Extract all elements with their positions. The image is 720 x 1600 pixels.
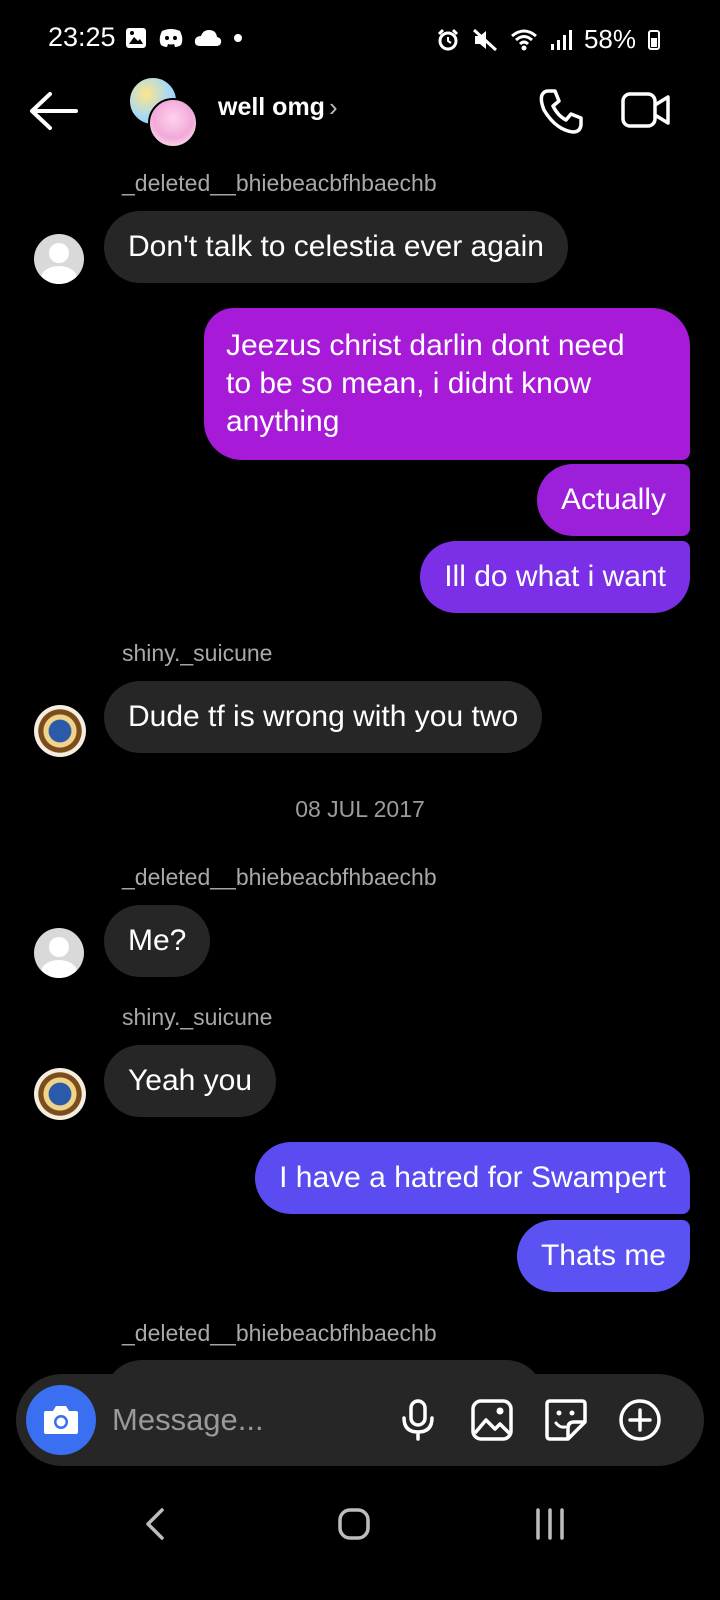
member-avatar-2 — [148, 98, 198, 148]
sticker-icon[interactable] — [544, 1398, 588, 1442]
outgoing-message[interactable]: Thats me — [516, 1220, 690, 1292]
status-time: 23:25 — [48, 22, 116, 52]
message-line: Jeezus christ darlin dont need — [226, 329, 625, 362]
sender-name: shiny._suicune — [122, 640, 273, 666]
group-avatar[interactable] — [128, 76, 198, 148]
message-line: anything — [226, 405, 340, 438]
mute-icon — [472, 28, 497, 51]
microphone-icon[interactable] — [396, 1398, 440, 1442]
status-right-icons: 58% — [436, 24, 660, 55]
battery-icon — [648, 29, 660, 50]
back-arrow-icon[interactable] — [26, 88, 82, 134]
cloud-icon — [194, 30, 222, 46]
outgoing-message[interactable]: Ill do what i want — [420, 541, 690, 613]
avatar[interactable] — [34, 928, 84, 978]
gallery-icon — [126, 28, 146, 48]
signal-icon — [550, 29, 572, 50]
sender-name: _deleted__bhiebeacbfhbaechb — [122, 170, 437, 196]
gallery-icon[interactable] — [470, 1398, 514, 1442]
outgoing-message[interactable]: Actually — [536, 464, 690, 536]
nav-back-icon[interactable] — [138, 1504, 174, 1544]
nav-home-icon[interactable] — [334, 1504, 374, 1544]
phone-call-icon[interactable] — [536, 86, 586, 136]
battery-percent: 58% — [583, 24, 636, 54]
video-call-icon[interactable] — [620, 88, 672, 132]
outgoing-message[interactable]: Jeezus christ darlin dont need to be so … — [204, 308, 690, 460]
plus-circle-icon[interactable] — [618, 1398, 662, 1442]
chat-title-text: well omg — [218, 93, 325, 121]
nav-recents-icon[interactable] — [530, 1506, 570, 1542]
discord-icon — [159, 29, 183, 47]
camera-button[interactable] — [26, 1385, 96, 1455]
incoming-message[interactable]: Don't talk to celestia ever again — [104, 211, 568, 283]
message-line: to be so mean, i didnt know — [226, 367, 592, 400]
outgoing-message[interactable]: I have a hatred for Swampert — [255, 1142, 690, 1214]
date-divider: 08 JUL 2017 — [295, 796, 425, 822]
chevron-right-icon: › — [328, 92, 338, 122]
dot-icon — [234, 34, 242, 42]
sender-name: shiny._suicune — [122, 1004, 273, 1030]
camera-icon — [44, 1406, 78, 1434]
incoming-message[interactable]: Yeah you — [104, 1045, 277, 1117]
message-input[interactable] — [112, 1402, 382, 1438]
avatar[interactable] — [34, 1068, 86, 1120]
status-left-icons — [124, 26, 244, 50]
avatar[interactable] — [34, 705, 86, 757]
sender-name: _deleted__bhiebeacbfhbaechb — [122, 864, 437, 890]
avatar[interactable] — [34, 234, 84, 284]
sender-name: _deleted__bhiebeacbfhbaechb — [122, 1320, 437, 1346]
alarm-icon — [437, 28, 459, 50]
chat-title[interactable]: well omg › — [218, 92, 338, 123]
incoming-message[interactable]: Me? — [104, 905, 211, 977]
wifi-icon — [510, 29, 537, 50]
incoming-message[interactable]: Dude tf is wrong with you two — [104, 681, 543, 753]
